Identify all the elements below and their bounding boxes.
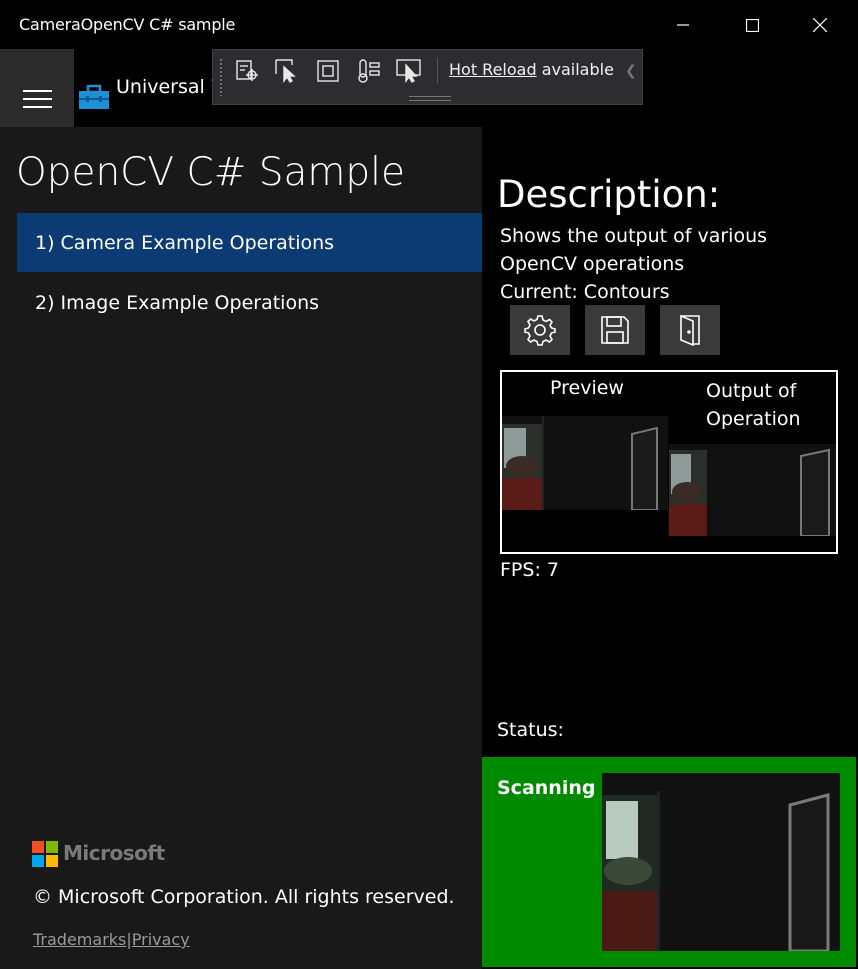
page-title: OpenCV C# Sample <box>16 150 406 195</box>
hot-reload-status: Hot Reload available <box>449 60 614 79</box>
fps-counter: FPS: 7 <box>500 559 559 581</box>
nav-item-label: 1) Camera Example Operations <box>35 232 335 254</box>
output-label: Output of Operation <box>706 380 801 430</box>
preview-selection-icon[interactable] <box>395 59 423 83</box>
toolbar-separator <box>437 58 438 84</box>
drag-handle[interactable] <box>409 96 451 101</box>
operation-output-image <box>669 444 836 536</box>
close-icon <box>813 18 827 32</box>
settings-button[interactable] <box>510 305 570 355</box>
nav-item-label: 2) Image Example Operations <box>35 292 320 314</box>
hamburger-menu-button[interactable] <box>0 49 74 127</box>
display-layout-adorners-icon[interactable] <box>314 59 342 83</box>
status-camera-image <box>602 773 840 951</box>
select-element-icon[interactable] <box>273 59 301 83</box>
description-line: OpenCV operations <box>500 253 685 275</box>
maximize-icon <box>745 18 759 32</box>
exit-button[interactable] <box>660 305 720 355</box>
hot-reload-text: available <box>536 60 614 79</box>
collapse-chevron-icon[interactable]: ❮ <box>625 63 637 79</box>
save-icon <box>601 316 629 344</box>
settings-icon <box>524 315 556 346</box>
window-title: CameraOpenCV C# sample <box>19 15 236 34</box>
minimize-button[interactable] <box>660 0 706 50</box>
status-label: Status: <box>497 719 564 741</box>
track-focus-icon[interactable] <box>355 59 383 83</box>
microsoft-wordmark: Microsoft <box>63 841 165 865</box>
copyright-text: © Microsoft Corporation. All rights rese… <box>33 886 455 908</box>
current-operation: Current: Contours <box>500 281 670 303</box>
live-visual-tree-icon[interactable] <box>233 59 261 83</box>
trademarks-link[interactable]: Trademarks <box>33 930 126 949</box>
microsoft-logo-icon <box>32 841 58 867</box>
maximize-button[interactable] <box>729 0 775 50</box>
save-button[interactable] <box>585 305 645 355</box>
minimize-icon <box>677 24 689 26</box>
nav-item-image-example[interactable]: 2) Image Example Operations <box>17 273 482 332</box>
footer-links: Trademarks|Privacy <box>33 930 190 949</box>
toolbox-icon <box>79 84 109 109</box>
close-button[interactable] <box>797 0 843 50</box>
camera-preview-image <box>502 416 668 510</box>
exit-icon <box>680 314 700 346</box>
privacy-link[interactable]: Privacy <box>132 930 190 949</box>
xaml-debug-toolbar: Hot Reload available ❮ <box>212 49 643 105</box>
nav-item-camera-example[interactable]: 1) Camera Example Operations <box>17 213 482 272</box>
toolbar-grip[interactable] <box>219 58 223 96</box>
hamburger-icon <box>23 90 52 108</box>
description-line: Shows the output of various <box>500 225 768 247</box>
description-heading: Description: <box>497 173 721 216</box>
hot-reload-link[interactable]: Hot Reload <box>449 60 537 79</box>
preview-label: Preview <box>550 377 624 399</box>
